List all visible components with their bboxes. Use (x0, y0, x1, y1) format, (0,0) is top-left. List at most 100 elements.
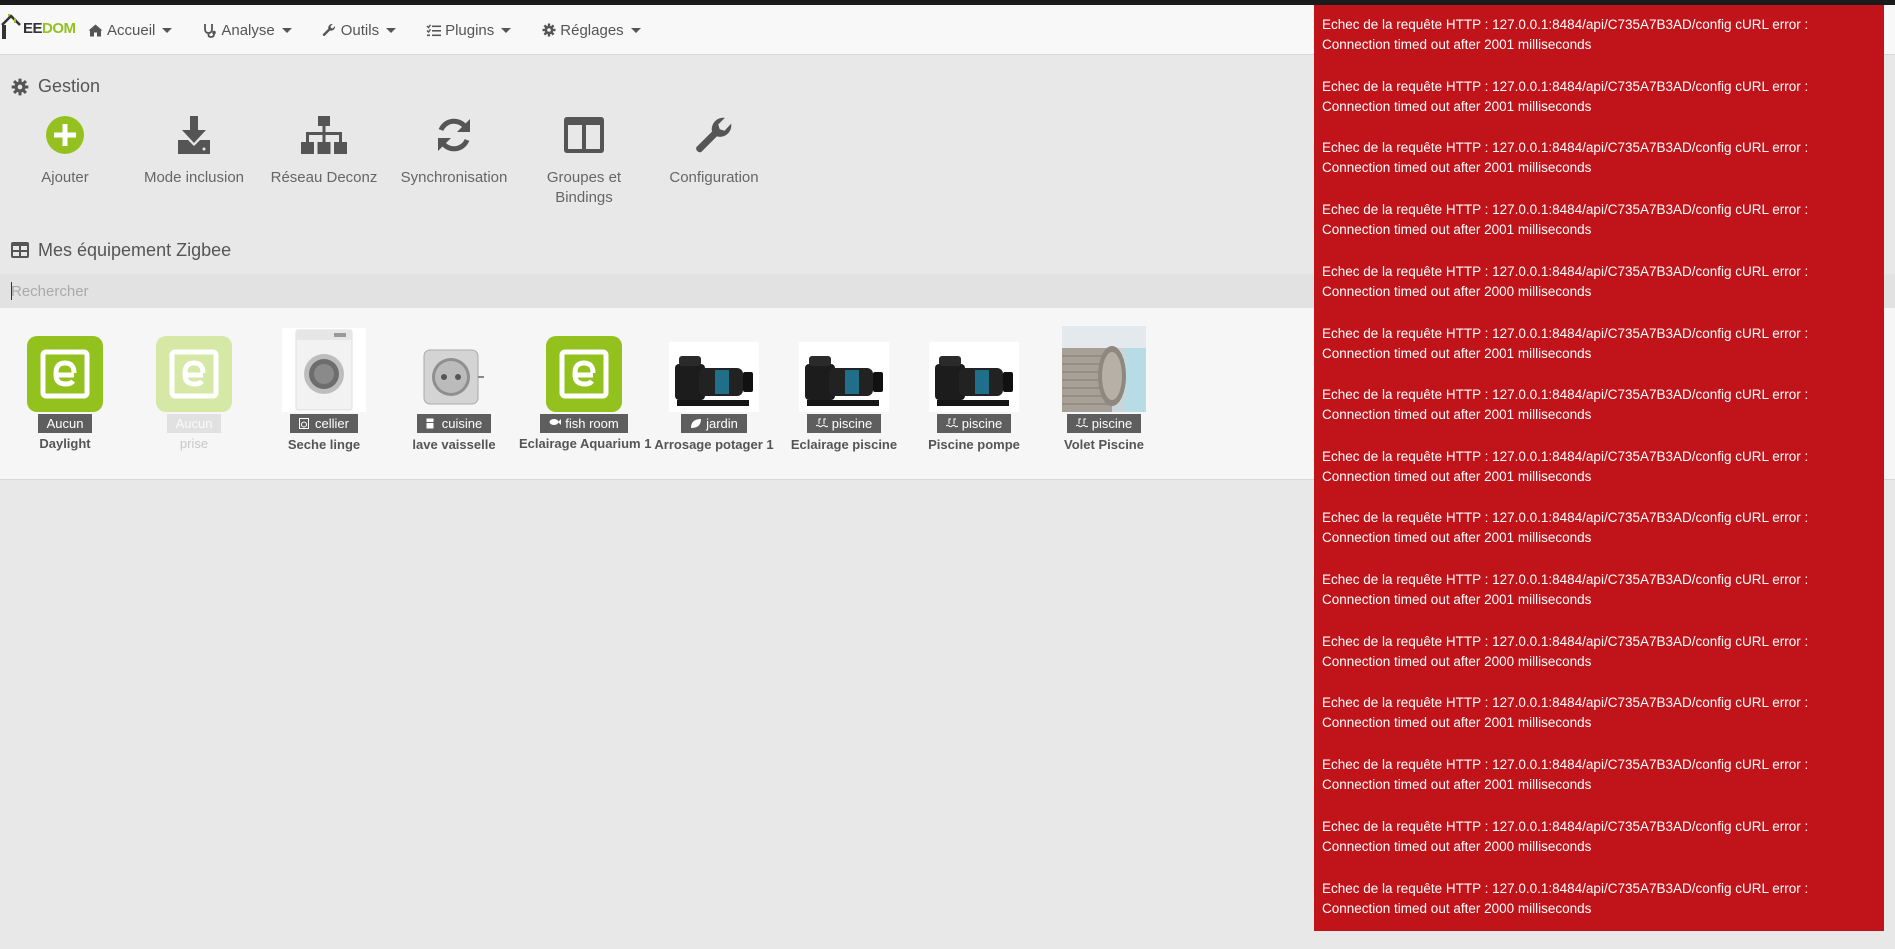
error-message[interactable]: Echec de la requête HTTP : 127.0.0.1:848… (1314, 693, 1874, 733)
equipment-image (0, 326, 130, 412)
error-message[interactable]: Echec de la requête HTTP : 127.0.0.1:848… (1314, 200, 1874, 240)
menu-reglages-label: Réglages (560, 21, 624, 39)
home-icon (88, 23, 103, 38)
error-line1: Echec de la requête HTTP : 127.0.0.1:848… (1322, 634, 1809, 649)
logo-text-part1: EE (23, 20, 43, 37)
plus-circle-icon (0, 112, 130, 158)
chevron-down-icon (386, 27, 397, 33)
error-line2: Connection timed out after 2001 millisec… (1322, 715, 1592, 730)
room-badge: Aucun (37, 414, 93, 433)
logo-text-part2: DOM (42, 20, 76, 37)
error-message[interactable]: Echec de la requête HTTP : 127.0.0.1:848… (1314, 15, 1874, 55)
error-line1: Echec de la requête HTTP : 127.0.0.1:848… (1322, 140, 1809, 155)
equipment-card-lave-vaisselle[interactable]: cuisine lave vaisselle (389, 326, 519, 452)
menu-reglages[interactable]: Réglages (541, 21, 641, 39)
error-message[interactable]: Echec de la requête HTTP : 127.0.0.1:848… (1314, 570, 1874, 610)
equipment-image (389, 326, 519, 412)
error-message[interactable]: Echec de la requête HTTP : 127.0.0.1:848… (1314, 447, 1874, 487)
error-notifications-panel[interactable]: Echec de la requête HTTP : 127.0.0.1:848… (1314, 5, 1884, 931)
main-menu: Accueil Analyse Outils Plugins Réglages (88, 5, 671, 55)
equipment-card-eclairage-piscine[interactable]: piscine Eclairage piscine (779, 326, 909, 452)
stethoscope-icon (202, 23, 217, 38)
download-icon (129, 112, 259, 158)
equipment-card-eclairage-aquarium[interactable]: fish room Eclairage Aquarium 1 (519, 326, 652, 451)
error-message[interactable]: Echec de la requête HTTP : 127.0.0.1:848… (1314, 755, 1874, 795)
configuration-button[interactable]: Configuration (649, 112, 779, 188)
equipment-name: Daylight (39, 436, 91, 451)
error-line2: Connection timed out after 2001 millisec… (1322, 407, 1592, 422)
jeedom-logo[interactable]: EEDOM (0, 13, 76, 41)
error-message[interactable]: Echec de la requête HTTP : 127.0.0.1:848… (1314, 879, 1874, 919)
room-badge: piscine (1066, 414, 1142, 433)
error-message[interactable]: Echec de la requête HTTP : 127.0.0.1:848… (1314, 817, 1874, 857)
equipment-name: Eclairage Aquarium 1 (519, 436, 652, 451)
ajouter-label: Ajouter (41, 169, 89, 186)
room-badge: cellier (290, 414, 358, 433)
leaf-icon (690, 418, 702, 429)
error-line1: Echec de la requête HTTP : 127.0.0.1:848… (1322, 881, 1809, 896)
pool-icon (945, 418, 958, 429)
room-badge-text: piscine (961, 416, 1003, 431)
error-line2: Connection timed out after 2000 millisec… (1322, 901, 1592, 916)
table-icon (11, 241, 29, 260)
room-badge-text: jardin (706, 416, 738, 431)
jeedom-logo-icon (27, 336, 103, 412)
room-badge-text: cuisine (441, 416, 483, 431)
error-line2: Connection timed out after 2000 millisec… (1322, 654, 1592, 669)
equipment-card-volet-piscine[interactable]: piscine Volet Piscine (1039, 326, 1169, 452)
ajouter-button[interactable]: Ajouter (0, 112, 130, 188)
error-line2: Connection timed out after 2001 millisec… (1322, 222, 1592, 237)
error-line1: Echec de la requête HTTP : 127.0.0.1:848… (1322, 757, 1809, 772)
error-message[interactable]: Echec de la requête HTTP : 127.0.0.1:848… (1314, 324, 1874, 364)
menu-analyse[interactable]: Analyse (202, 22, 292, 39)
groupes-bindings-label-line2: Bindings (555, 189, 613, 206)
menu-accueil[interactable]: Accueil (88, 22, 173, 39)
pool-pump-image (929, 342, 1019, 412)
logo-text: EEDOM (23, 20, 76, 37)
sitemap-icon (259, 112, 389, 158)
error-message[interactable]: Echec de la requête HTTP : 127.0.0.1:848… (1314, 138, 1874, 178)
mode-inclusion-button[interactable]: Mode inclusion (129, 112, 259, 188)
mode-inclusion-label: Mode inclusion (143, 169, 245, 186)
equipment-name: Arrosage potager 1 (654, 437, 774, 452)
groupes-bindings-button[interactable]: Groupes et Bindings (519, 112, 649, 208)
room-badge-text: Aucun (46, 416, 84, 431)
menu-plugins[interactable]: Plugins (426, 21, 512, 39)
equipment-card-daylight[interactable]: Aucun Daylight (0, 326, 130, 451)
room-badge-text: piscine (831, 416, 873, 431)
equipment-name: Eclairage piscine (790, 437, 898, 452)
synchronisation-button[interactable]: Synchronisation (389, 112, 519, 188)
equipment-name: Volet Piscine (1064, 437, 1144, 452)
groupes-bindings-label-line1: Groupes et (546, 169, 622, 186)
error-message[interactable]: Echec de la requête HTTP : 127.0.0.1:848… (1314, 632, 1874, 672)
error-line1: Echec de la requête HTTP : 127.0.0.1:848… (1322, 202, 1809, 217)
equipment-card-arrosage-potager[interactable]: jardin Arrosage potager 1 (649, 326, 779, 452)
error-message[interactable]: Echec de la requête HTTP : 127.0.0.1:848… (1314, 262, 1874, 302)
error-line1: Echec de la requête HTTP : 127.0.0.1:848… (1322, 387, 1809, 402)
equipment-image (909, 326, 1039, 412)
menu-plugins-label: Plugins (445, 21, 495, 39)
gear-icon (541, 23, 556, 38)
error-message[interactable]: Echec de la requête HTTP : 127.0.0.1:848… (1314, 77, 1874, 117)
equipements-title-text: Mes équipement Zigbee (38, 240, 232, 260)
reseau-deconz-button[interactable]: Réseau Deconz (259, 112, 389, 188)
room-badge: jardin (681, 414, 747, 433)
equipment-image (779, 326, 909, 412)
room-badge: cuisine (416, 414, 492, 433)
columns-icon (519, 112, 649, 158)
jeedom-logo-icon (156, 336, 232, 412)
chevron-down-icon (281, 27, 292, 33)
equipment-card-prise[interactable]: Aucun prise (129, 326, 259, 451)
washing-machine-image (282, 328, 366, 412)
error-line2: Connection timed out after 2001 millisec… (1322, 469, 1592, 484)
error-message[interactable]: Echec de la requête HTTP : 127.0.0.1:848… (1314, 508, 1874, 548)
equipment-card-seche-linge[interactable]: cellier Seche linge (259, 326, 389, 452)
equipment-card-piscine-pompe[interactable]: piscine Piscine pompe (909, 326, 1039, 452)
menu-outils-label: Outils (340, 21, 380, 39)
menu-outils[interactable]: Outils (322, 21, 397, 39)
equipment-image (1039, 326, 1169, 412)
room-badge: piscine (936, 414, 1012, 433)
equipment-name: Seche linge (287, 437, 361, 452)
error-message[interactable]: Echec de la requête HTTP : 127.0.0.1:848… (1314, 385, 1874, 425)
room-badge: fish room (540, 414, 628, 433)
